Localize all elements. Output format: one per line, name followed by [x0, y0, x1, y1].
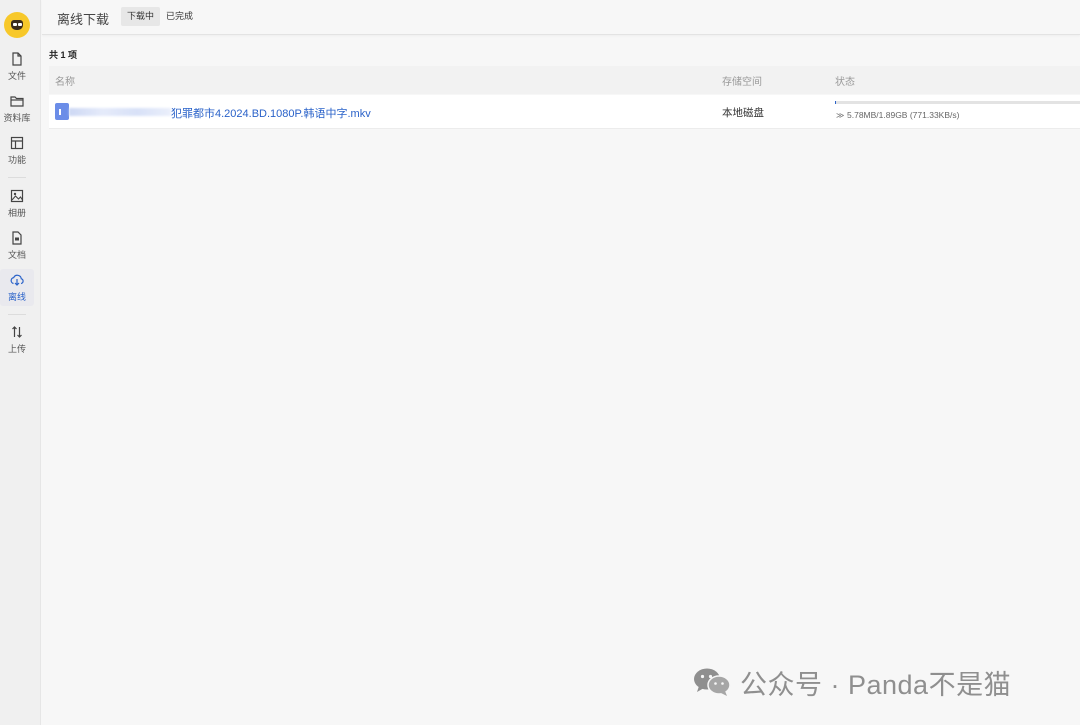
sidebar-item-offline[interactable]: 离线: [0, 269, 34, 306]
redacted-filename-prefix: [69, 108, 171, 116]
layout-icon: [10, 136, 24, 150]
sidebar-item-album[interactable]: 相册: [0, 189, 34, 219]
sidebar-item-upload[interactable]: 上传: [0, 325, 34, 355]
tab-completed[interactable]: 已完成: [160, 7, 199, 26]
transfer-arrows-icon: [12, 326, 22, 338]
column-header-status[interactable]: 状态: [835, 73, 855, 88]
sidebar-item-label: 文件: [7, 71, 26, 81]
sidebar-item-library[interactable]: 资料库: [0, 94, 34, 124]
sidebar-item-docs[interactable]: 文档: [0, 231, 34, 261]
download-progress-fill: [835, 101, 837, 104]
pause-chevron-icon[interactable]: ≫: [836, 111, 844, 120]
document-icon: [12, 231, 22, 245]
sidebar-item-files[interactable]: 文件: [0, 52, 34, 82]
column-header-storage[interactable]: 存储空间: [722, 73, 762, 88]
file-icon: [12, 52, 22, 66]
sidebar-item-label: 资料库: [3, 113, 31, 123]
image-icon: [10, 189, 24, 203]
sidebar: 文件 资料库 功能 相册 文档 离线 上传: [0, 0, 41, 725]
tab-downloading[interactable]: 下载中: [121, 7, 161, 26]
watermark-text: 公众号 · Panda不是猫: [740, 669, 1012, 700]
sidebar-item-label: 离线: [7, 292, 26, 302]
watermark: 公众号 · Panda不是猫: [692, 664, 1011, 700]
wechat-icon: [694, 668, 731, 696]
table-header: 名称 存储空间 状态: [49, 66, 1080, 94]
file-name-link[interactable]: 犯罪都市4.2024.BD.1080P.韩语中字.mkv: [171, 105, 371, 121]
sidebar-item-features[interactable]: 功能: [0, 136, 34, 166]
download-status-text: 5.78MB/1.89GB (771.33KB/s): [847, 110, 960, 120]
video-file-icon: [55, 103, 69, 120]
sidebar-item-label: 功能: [7, 155, 26, 165]
sidebar-item-label: 相册: [7, 208, 26, 218]
sidebar-item-label: 文档: [7, 250, 26, 260]
item-count: 共 1 项: [49, 50, 78, 60]
column-header-name[interactable]: 名称: [55, 73, 75, 88]
header-bar: 离线下载 下载中 已完成: [42, 0, 1080, 35]
table-row[interactable]: 犯罪都市4.2024.BD.1080P.韩语中字.mkv 本地磁盘 ≫ 5.78…: [49, 95, 1080, 129]
folder-icon: [10, 96, 24, 107]
sidebar-item-label: 上传: [7, 344, 26, 354]
cloud-download-icon: [10, 274, 24, 286]
avatar[interactable]: [4, 12, 30, 38]
storage-location: 本地磁盘: [722, 107, 764, 119]
page-title: 离线下载: [57, 12, 110, 27]
download-progress-bar: [835, 101, 1080, 104]
sidebar-divider: [8, 177, 26, 178]
sidebar-divider: [8, 314, 26, 315]
